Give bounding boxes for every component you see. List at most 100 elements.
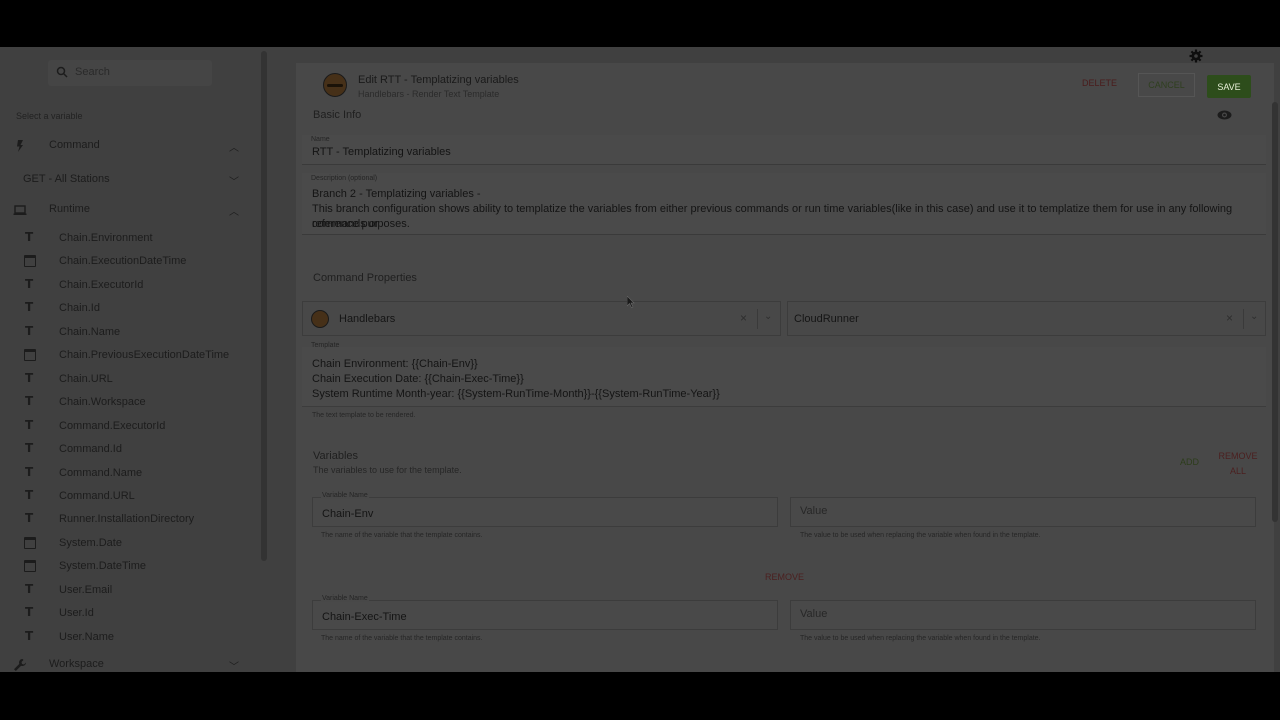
variable-value-placeholder: Value [800, 608, 828, 620]
runtime-variable-item[interactable]: T User.Id [0, 602, 250, 624]
chevron-down-icon: ﹀ [229, 662, 239, 672]
handler-select-value: Handlebars [339, 313, 396, 325]
runtime-variable-item[interactable]: T Chain.Workspace [0, 391, 250, 413]
name-field-label: Name [311, 136, 330, 143]
text-type-icon: T [25, 464, 34, 479]
text-type-icon: T [25, 441, 34, 456]
section-workspace-label: Workspace [49, 658, 104, 670]
runtime-variable-label: Chain.Name [59, 325, 121, 338]
runtime-variable-label: Command.Name [59, 466, 143, 479]
runtime-variable-item[interactable]: T Runner.InstallationDirectory [0, 508, 250, 530]
search-icon [56, 66, 68, 78]
variable-name-label: Variable Name [321, 492, 369, 499]
runtime-variable-label: User.Id [59, 607, 94, 620]
variable-name-label: Variable Name [321, 595, 369, 602]
eye-icon[interactable] [1217, 110, 1232, 120]
runtime-variable-item[interactable]: T Command.URL [0, 485, 250, 507]
runtime-variable-label: Chain.PreviousExecutionDateTime [59, 349, 230, 362]
name-field-value: RTT - Templatizing variables [312, 146, 451, 158]
laptop-icon [13, 205, 27, 215]
chevron-down-icon[interactable]: ⌄ [764, 311, 772, 322]
variable-name-helper: The name of the variable that the templa… [321, 532, 483, 539]
runtime-variable-item[interactable]: T Chain.Environment [0, 227, 250, 249]
command-item-label: GET - All Stations [23, 173, 110, 185]
chevron-up-icon: ︿ [229, 207, 239, 218]
gear-icon[interactable] [1189, 49, 1203, 63]
variable-name-value: Chain-Exec-Time [322, 611, 407, 623]
runtime-variable-item[interactable]: T User.Name [0, 626, 250, 648]
runtime-variable-item[interactable]: T User.Email [0, 579, 250, 601]
mouse-cursor-icon [627, 296, 635, 308]
name-field[interactable]: Name RTT - Templatizing variables [302, 135, 1266, 165]
select-variable-label: Select a variable [16, 111, 83, 121]
delete-button[interactable]: DELETE [1082, 78, 1117, 88]
variable-name-field[interactable]: Variable Name Chain-Exec-Time [312, 595, 778, 630]
section-runtime-label: Runtime [49, 203, 90, 215]
variable-value-helper: The value to be used when replacing the … [800, 532, 1041, 539]
calendar-icon [24, 255, 36, 268]
handler-select[interactable]: Handlebars × ⌄ [302, 301, 781, 336]
calendar-icon [24, 349, 36, 362]
runtime-variable-label: Command.Id [59, 443, 122, 456]
runtime-variable-label: User.Email [59, 583, 113, 596]
runtime-variable-item[interactable]: T Chain.Name [0, 321, 250, 343]
chevron-up-icon: ︿ [229, 143, 239, 154]
save-button[interactable]: SAVE [1207, 75, 1251, 98]
runtime-variable-item[interactable]: System.Date [0, 532, 250, 554]
section-command[interactable]: Command ︿ [0, 135, 250, 157]
add-variable-button[interactable]: ADD [1180, 457, 1199, 467]
select-divider [1243, 309, 1244, 329]
clear-icon[interactable]: × [1226, 311, 1233, 325]
basic-info-title: Basic Info [313, 109, 362, 121]
runtime-variable-label: User.Name [59, 630, 115, 643]
remove-variable-button[interactable]: REMOVE [765, 572, 804, 582]
template-helper-text: The text template to be rendered. [312, 412, 416, 419]
runtime-variable-item[interactable]: T Command.ExecutorId [0, 415, 250, 437]
runtime-variable-item[interactable]: T Chain.URL [0, 368, 250, 390]
clear-icon[interactable]: × [740, 311, 747, 325]
runtime-variable-item[interactable]: T Chain.ExecutorId [0, 274, 250, 296]
variable-value-field[interactable]: Value [790, 600, 1256, 630]
template-line: Chain Environment: {{Chain-Env}} [312, 358, 478, 370]
description-line: reference purposes. [312, 218, 410, 230]
section-workspace[interactable]: Workspace ﹀ [0, 654, 250, 672]
panel-title: Edit RTT - Templatizing variables [358, 74, 519, 86]
variables-title: Variables [313, 450, 359, 462]
runtime-variable-item[interactable]: T Command.Name [0, 462, 250, 484]
runtime-variable-label: Runner.InstallationDirectory [59, 513, 195, 526]
chevron-down-icon: ﹀ [229, 177, 239, 188]
text-type-icon: T [25, 300, 34, 315]
calendar-icon [24, 536, 36, 549]
runtime-variable-item[interactable]: T Command.Id [0, 438, 250, 460]
wrench-icon [14, 659, 26, 671]
runner-select[interactable]: CloudRunner × ⌄ [787, 301, 1266, 336]
section-runtime[interactable]: Runtime ︿ [0, 199, 250, 221]
runtime-variable-item[interactable]: Chain.PreviousExecutionDateTime [0, 344, 250, 366]
text-type-icon: T [25, 417, 34, 432]
command-item-get-all-stations[interactable]: GET - All Stations ﹀ [0, 169, 250, 191]
panel-scrollbar[interactable] [1272, 102, 1278, 522]
runtime-variable-item[interactable]: T Chain.Id [0, 297, 250, 319]
sidebar-scrollbar[interactable] [261, 51, 267, 561]
search-placeholder: Search [75, 66, 110, 78]
runtime-variable-label: Chain.ExecutionDateTime [59, 255, 187, 268]
command-properties-title: Command Properties [313, 272, 417, 284]
chevron-down-icon[interactable]: ⌄ [1250, 311, 1258, 322]
variable-value-field[interactable]: Value [790, 497, 1256, 527]
variable-name-value: Chain-Env [322, 508, 374, 520]
runtime-variable-label: Command.ExecutorId [59, 419, 166, 432]
template-field[interactable]: Template Chain Environment: {{Chain-Env}… [302, 342, 1266, 407]
remove-all-button[interactable]: REMOVE ALL [1218, 449, 1258, 479]
calendar-icon [24, 560, 36, 573]
cancel-button[interactable]: CANCEL [1138, 73, 1195, 97]
search-input[interactable]: Search [48, 60, 212, 86]
variable-name-field[interactable]: Variable Name Chain-Env [312, 492, 778, 527]
runtime-variable-label: Chain.Environment [59, 232, 153, 244]
template-line: Chain Execution Date: {{Chain-Exec-Time}… [312, 373, 524, 385]
runtime-variable-label: System.DateTime [59, 560, 147, 573]
runtime-variable-item[interactable]: System.DateTime [0, 555, 250, 577]
template-field-label: Template [311, 342, 340, 349]
runtime-variable-item[interactable]: Chain.ExecutionDateTime [0, 250, 250, 272]
description-line: Branch 2 - Templatizing variables - [312, 188, 481, 200]
text-type-icon: T [25, 323, 34, 338]
